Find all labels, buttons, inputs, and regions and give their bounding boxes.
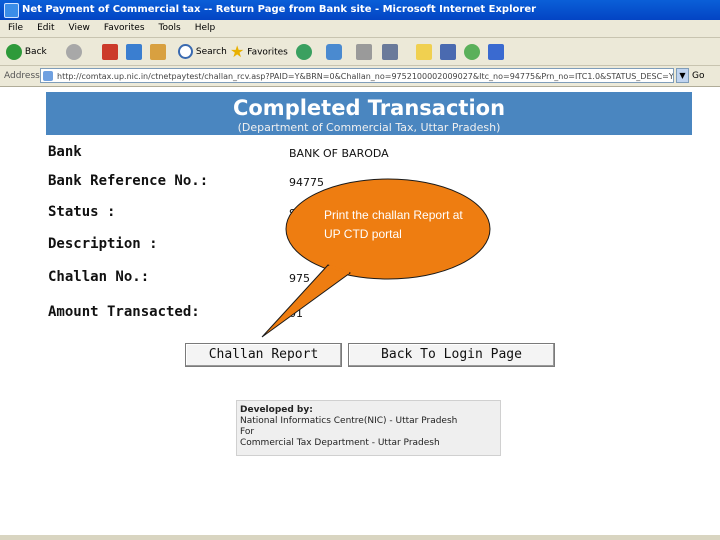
- page-icon: [43, 71, 53, 81]
- home-button[interactable]: [150, 42, 166, 62]
- mail-button[interactable]: [326, 42, 342, 62]
- folder-icon: [416, 43, 432, 60]
- media-button[interactable]: [488, 42, 504, 62]
- status-bar: [0, 535, 720, 540]
- address-bar: Address http://comtax.up.nic.in/ctnetpay…: [0, 66, 720, 87]
- printer-icon: [356, 43, 372, 60]
- go-button[interactable]: Go: [692, 66, 704, 86]
- callout-pointer: [261, 264, 352, 338]
- search-icon: [178, 44, 193, 59]
- favorites-button[interactable]: ★ Favorites: [230, 42, 288, 62]
- menu-file[interactable]: File: [8, 20, 23, 37]
- footer-line-for: For: [240, 427, 255, 437]
- forward-button[interactable]: [66, 42, 82, 62]
- edit-button[interactable]: [382, 42, 398, 62]
- edit-icon: [382, 43, 398, 60]
- callout-text: Print the challan Report at UP CTD porta…: [324, 208, 463, 241]
- print-button[interactable]: [356, 42, 372, 62]
- stop-icon: [102, 43, 118, 60]
- address-url-text: http://comtax.up.nic.in/ctnetpaytest/cha…: [57, 72, 674, 81]
- back-to-login-button[interactable]: Back To Login Page: [348, 343, 555, 367]
- search-label: Search: [195, 47, 227, 57]
- messenger-icon: [464, 43, 480, 60]
- menu-tools[interactable]: Tools: [159, 20, 181, 37]
- address-label: Address: [4, 71, 40, 81]
- search-button[interactable]: Search: [178, 42, 227, 62]
- forward-arrow-icon: [66, 43, 82, 60]
- star-icon: ★: [230, 42, 245, 61]
- address-input[interactable]: http://comtax.up.nic.in/ctnetpaytest/cha…: [40, 68, 674, 83]
- refresh-icon: [126, 43, 142, 60]
- media-icon: [488, 43, 504, 60]
- challan-report-button[interactable]: Challan Report: [185, 343, 342, 367]
- window-title-bar[interactable]: Net Payment of Commercial tax -- Return …: [0, 0, 720, 20]
- ie-icon: [4, 3, 19, 18]
- menu-bar: File Edit View Favorites Tools Help: [0, 20, 720, 38]
- favorites-label: Favorites: [247, 47, 288, 58]
- history-icon: [296, 43, 312, 60]
- history-button[interactable]: [296, 42, 312, 62]
- back-arrow-icon: [6, 43, 22, 60]
- window-title: Net Payment of Commercial tax -- Return …: [22, 4, 537, 15]
- back-label: Back: [24, 47, 47, 57]
- menu-help[interactable]: Help: [195, 20, 216, 37]
- research-button[interactable]: [440, 42, 456, 62]
- menu-favorites[interactable]: Favorites: [104, 20, 145, 37]
- address-dropdown-icon[interactable]: ▼: [676, 68, 689, 83]
- mail-icon: [326, 43, 342, 60]
- developed-by-label: Developed by:: [240, 405, 313, 415]
- menu-edit[interactable]: Edit: [37, 20, 54, 37]
- toolbar: Back Search ★ Favorites: [0, 38, 720, 66]
- menu-view[interactable]: View: [69, 20, 90, 37]
- footer-credits: Developed by: National Informatics Centr…: [236, 400, 501, 456]
- research-icon: [440, 43, 456, 60]
- messenger-button[interactable]: [464, 42, 480, 62]
- footer-line-dept: Commercial Tax Department - Uttar Prades…: [240, 438, 440, 448]
- stop-button[interactable]: [102, 42, 118, 62]
- footer-line-nic: National Informatics Centre(NIC) - Uttar…: [240, 416, 458, 426]
- back-button[interactable]: Back: [6, 42, 47, 62]
- page-content: Completed Transaction (Department of Com…: [0, 87, 720, 540]
- home-icon: [150, 43, 166, 60]
- discuss-button[interactable]: [416, 42, 432, 62]
- refresh-button[interactable]: [126, 42, 142, 62]
